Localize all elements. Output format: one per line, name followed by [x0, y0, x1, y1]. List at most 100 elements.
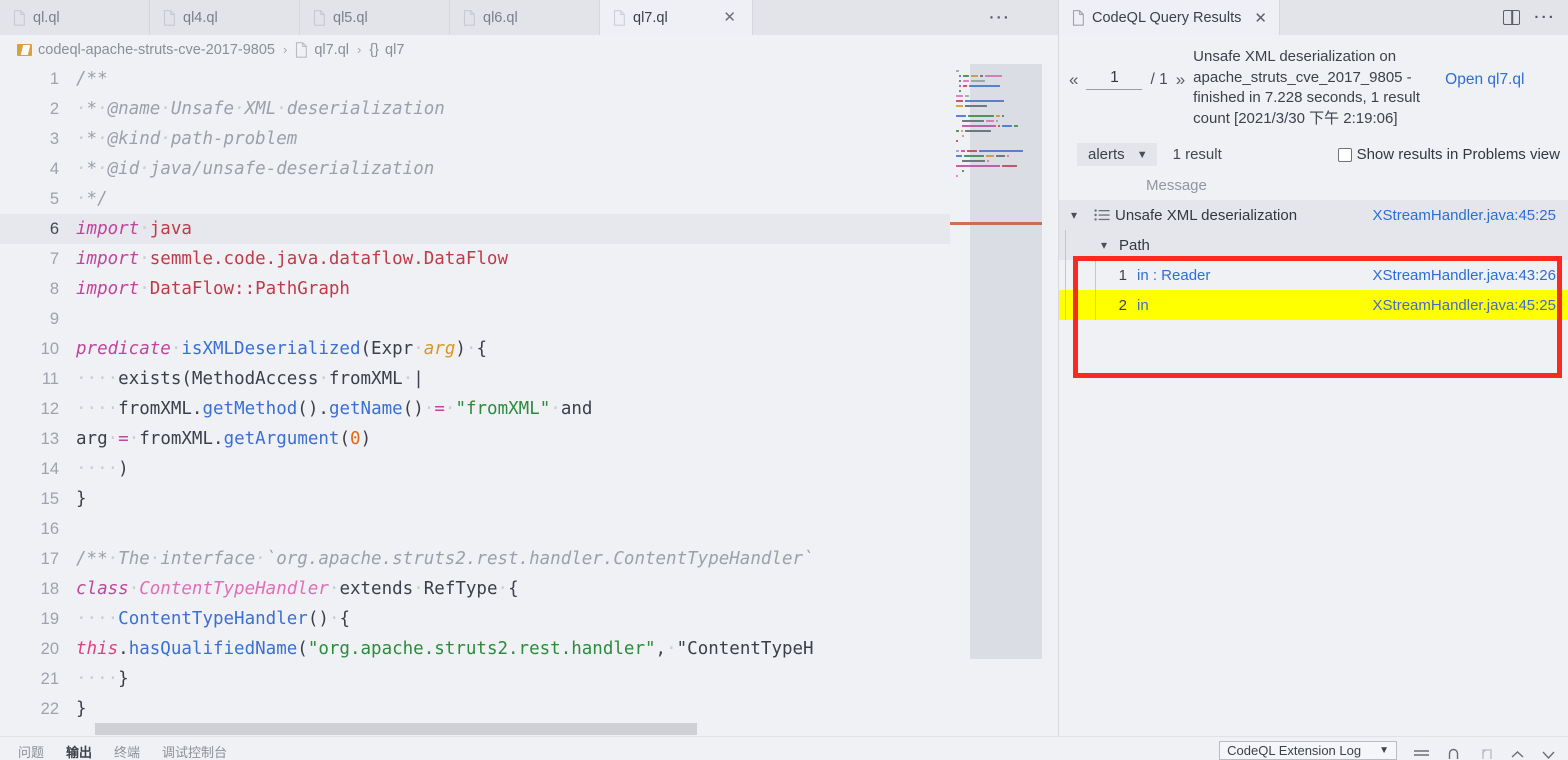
code-line[interactable]: 20 this.hasQualifiedName("org.apache.stru… — [0, 634, 1058, 664]
code-line-text: ·*·@name·Unsafe·XML·deserialization — [76, 99, 445, 119]
results-tab-label: CodeQL Query Results — [1092, 9, 1242, 26]
code-line[interactable]: 12 ····fromXML.getMethod().getName()·=·"f… — [0, 394, 1058, 424]
code-line[interactable]: 10 predicate·isXMLDeserialized(Expr·arg)·… — [0, 334, 1058, 364]
code-editor[interactable]: 1 /** 2 ·*·@name·Unsafe·XML·deserialization… — [0, 64, 1058, 736]
alert-message[interactable]: Unsafe XML deserialization — [1115, 207, 1373, 224]
bottom-panel-tab[interactable]: 输出 — [66, 745, 92, 760]
code-line[interactable]: 18 class·ContentTypeHandler·extends·RefTy… — [0, 574, 1058, 604]
tree-guide — [1089, 260, 1103, 291]
code-line-text: ····ContentTypeHandler()·{ — [76, 609, 350, 629]
results-format-select[interactable]: alerts ▼ — [1077, 143, 1157, 167]
close-icon[interactable]: ✕ — [1254, 9, 1267, 27]
code-line[interactable]: 3 ·*·@kind·path-problem — [0, 124, 1058, 154]
vscode-window: ql.ql✕ql4.ql✕ql5.ql✕ql6.ql✕ql7.ql✕ ··· c… — [0, 0, 1568, 760]
bottom-panel-tab[interactable]: 调试控制台 — [162, 745, 227, 760]
code-line-text: predicate·isXMLDeserialized(Expr·arg)·{ — [76, 339, 487, 359]
code-line[interactable]: 19 ····ContentTypeHandler()·{ — [0, 604, 1058, 634]
step-location[interactable]: XStreamHandler.java:43:26 — [1373, 267, 1568, 284]
braces-icon: {} — [369, 41, 380, 58]
code-line[interactable]: 9 — [0, 304, 1058, 334]
code-line[interactable]: 7 import·semmle.code.java.dataflow.DataFl… — [0, 244, 1058, 274]
code-line[interactable]: 1 /** — [0, 64, 1058, 94]
output-channel-select[interactable]: CodeQL Extension Log ▼ — [1219, 741, 1397, 760]
results-rows: ▾ Unsafe XML deserialization XStreamHandle… — [1059, 200, 1568, 321]
step-message[interactable]: in — [1137, 297, 1373, 314]
editor-group: ql.ql✕ql4.ql✕ql5.ql✕ql6.ql✕ ql7.ql ✕ ··· c… — [0, 0, 1058, 736]
code-line[interactable]: 11 ····exists(MethodAccess·fromXML·| — [0, 364, 1058, 394]
code-line[interactable]: 21 ····} — [0, 664, 1058, 694]
code-line[interactable]: 6 import·java — [0, 214, 1058, 244]
line-number: 2 — [49, 99, 59, 118]
code-line[interactable]: 14 ····) — [0, 454, 1058, 484]
more-actions-icon[interactable]: ··· — [1534, 9, 1556, 26]
file-icon — [1072, 9, 1084, 26]
chevron-up-icon[interactable] — [1510, 748, 1525, 760]
close-icon[interactable] — [1541, 748, 1556, 760]
page-number-input[interactable] — [1086, 69, 1143, 90]
bottom-panel-tab[interactable]: 问题 — [18, 745, 44, 760]
bottom-panel-actions: CodeQL Extension Log ▼ — [1219, 737, 1568, 760]
results-row-step[interactable]: 1 in : Reader XStreamHandler.java:43:26 — [1059, 260, 1568, 291]
editor-tab-ql6-ql[interactable]: ql6.ql✕ — [450, 0, 600, 35]
horizontal-scrollbar-thumb[interactable] — [95, 723, 697, 735]
code-line[interactable]: 5 ·*/ — [0, 184, 1058, 214]
split-output-icon[interactable] — [1477, 748, 1494, 760]
editor-tab-bar: ql.ql✕ql4.ql✕ql5.ql✕ql6.ql✕ ql7.ql ✕ ··· — [0, 0, 1058, 35]
chevron-down-icon[interactable]: ▾ — [1059, 208, 1089, 222]
breadcrumb-file[interactable]: ql7.ql — [295, 42, 349, 58]
prev-page-button[interactable]: « — [1069, 70, 1078, 90]
bottom-panel-tabs: 问题 输出 终端 调试控制台 — [0, 737, 227, 760]
alert-location[interactable]: XStreamHandler.java:45:25 — [1373, 207, 1568, 224]
show-in-problems-checkbox[interactable]: Show results in Problems view — [1337, 146, 1560, 163]
code-line[interactable]: 17 /**·The·interface·`org.apache.struts2.… — [0, 544, 1058, 574]
code-line[interactable]: 16 — [0, 514, 1058, 544]
bottom-panel-tab[interactable]: 终端 — [114, 745, 140, 760]
code-line-text: class·ContentTypeHandler·extends·RefType… — [76, 579, 519, 599]
minimap-slider[interactable] — [970, 64, 1042, 659]
code-line[interactable]: 15} — [0, 484, 1058, 514]
code-line[interactable]: 2 ·*·@name·Unsafe·XML·deserialization — [0, 94, 1058, 124]
code-line[interactable]: 22} — [0, 694, 1058, 724]
line-number: 7 — [49, 249, 59, 268]
code-line-text: import·DataFlow::PathGraph — [76, 279, 350, 299]
clear-output-icon[interactable] — [1413, 748, 1430, 760]
chevron-down-icon[interactable]: ▾ — [1089, 238, 1119, 252]
close-icon[interactable]: ✕ — [723, 10, 736, 25]
code-line[interactable]: 4 ·*·@id·java/unsafe-deserialization — [0, 154, 1058, 184]
split-editor-icon[interactable] — [1503, 10, 1521, 25]
code-line[interactable]: 8 import·DataFlow::PathGraph — [0, 274, 1058, 304]
code-line-text: import·semmle.code.java.dataflow.DataFlo… — [76, 249, 508, 269]
editor-tab-ql-ql[interactable]: ql.ql✕ — [0, 0, 150, 35]
editor-actions-more-icon[interactable]: ··· — [989, 9, 1011, 26]
editor-results-split: ql.ql✕ql4.ql✕ql5.ql✕ql6.ql✕ql7.ql✕ ··· c… — [0, 0, 1568, 736]
lock-icon[interactable] — [1446, 748, 1461, 760]
breadcrumb-separator-2: › — [357, 42, 362, 57]
file-icon — [613, 9, 626, 26]
file-icon — [296, 41, 308, 58]
open-query-link[interactable]: Open ql7.ql — [1445, 47, 1524, 90]
folder-icon — [17, 43, 32, 56]
horizontal-scrollbar[interactable] — [0, 722, 1058, 736]
vertical-scrollbar[interactable] — [1042, 64, 1058, 736]
editor-tab-ql5-ql[interactable]: ql5.ql✕ — [300, 0, 450, 35]
next-page-button[interactable]: » — [1176, 70, 1185, 90]
editor-tab-ql4-ql[interactable]: ql4.ql✕ — [150, 0, 300, 35]
results-row-path[interactable]: ▾ Path — [1059, 230, 1568, 261]
file-icon — [163, 9, 176, 26]
results-row-step[interactable]: 2 in XStreamHandler.java:45:25 — [1059, 290, 1568, 321]
code-line-text: ·*/ — [76, 189, 108, 209]
breadcrumb-symbol[interactable]: {} ql7 — [369, 42, 404, 58]
minimap[interactable] — [950, 64, 1042, 736]
column-header-message: Message — [1146, 177, 1207, 195]
breadcrumb-folder[interactable]: codeql-apache-struts-cve-2017-9805 — [17, 42, 275, 58]
results-header: « / 1 » Unsafe XML deserialization on ap… — [1059, 35, 1568, 139]
code-line[interactable]: 13 arg·=·fromXML.getArgument(0) — [0, 424, 1058, 454]
checkbox-box[interactable] — [1337, 147, 1352, 162]
step-location[interactable]: XStreamHandler.java:45:25 — [1373, 297, 1568, 314]
tree-guide — [1059, 290, 1073, 321]
editor-tab-ql7-ql[interactable]: ql7.ql ✕ — [600, 0, 753, 35]
results-row-alert[interactable]: ▾ Unsafe XML deserialization XStreamHandle… — [1059, 200, 1568, 231]
tab-codeql-query-results[interactable]: CodeQL Query Results ✕ — [1059, 0, 1280, 35]
step-message[interactable]: in : Reader — [1137, 267, 1373, 284]
line-number: 9 — [49, 309, 59, 328]
